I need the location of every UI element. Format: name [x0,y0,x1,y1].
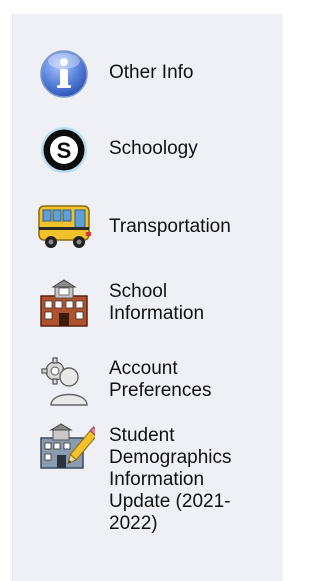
demographics-update-icon [37,422,95,478]
school-building-icon [37,278,95,334]
sidebar-item-label: Student Demographics Information Update … [109,425,232,534]
sidebar-item-label: Transportation [109,216,231,237]
sidebar-item-label: School Information [109,281,205,324]
school-bus-icon [37,200,95,256]
sidebar-panel: Other Info S Schoology Transportation Sc… [12,14,283,581]
sidebar-item-label: Other Info [109,62,194,83]
account-preferences-icon [37,355,95,411]
sidebar-item-transportation[interactable]: Transportation [37,200,259,256]
sidebar-item-schoology[interactable]: S Schoology [37,124,259,180]
info-icon [37,47,95,103]
sidebar-item-account-preferences[interactable]: Account Preferences [37,355,229,411]
sidebar-item-school-information[interactable]: School Information [37,278,229,334]
schoology-icon: S [37,124,95,180]
sidebar-item-label: Schoology [109,138,198,159]
svg-text:S: S [57,138,72,163]
sidebar-item-student-demographics[interactable]: Student Demographics Information Update … [37,422,259,535]
sidebar-item-label: Account Preferences [109,358,212,401]
sidebar-item-other-info[interactable]: Other Info [37,47,259,103]
